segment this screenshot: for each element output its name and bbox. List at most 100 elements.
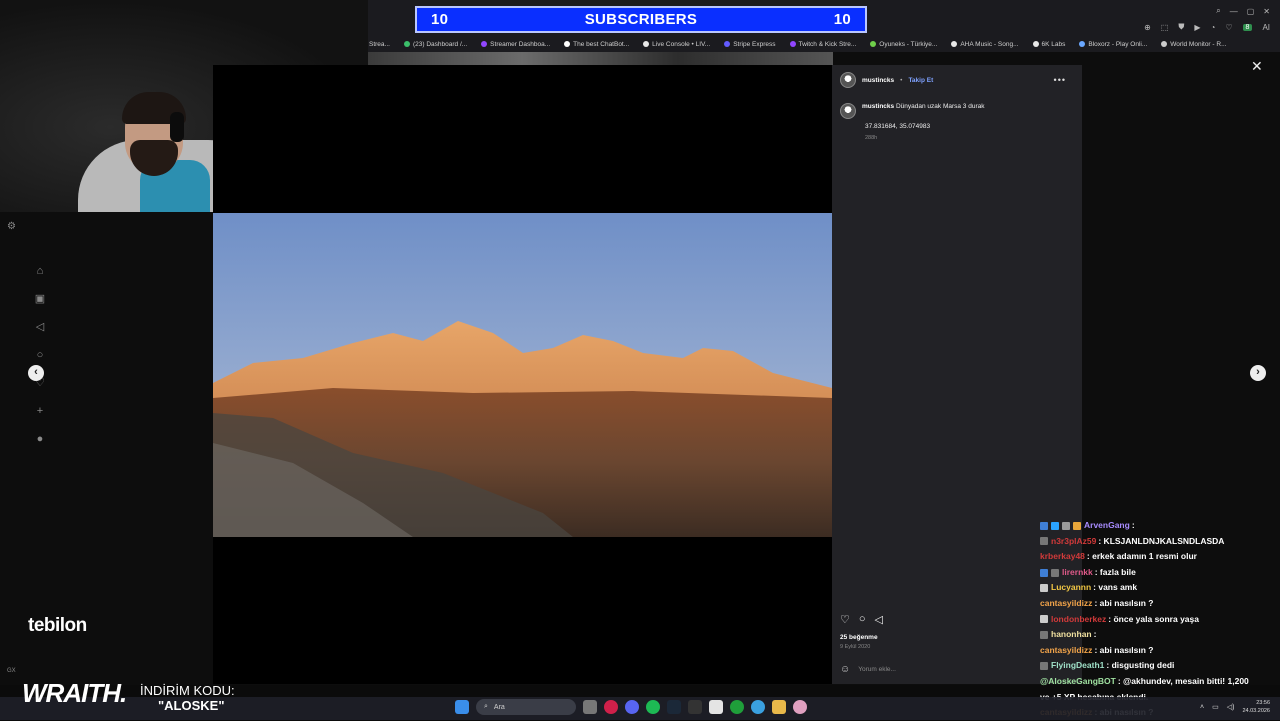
- chat-username[interactable]: lirernkk: [1062, 565, 1093, 581]
- search-nav-icon[interactable]: ○: [34, 349, 46, 361]
- like-count[interactable]: 25 beğenme: [840, 634, 878, 641]
- chat-username[interactable]: ArvenGang: [1084, 518, 1130, 534]
- history-icon[interactable]: ◔: [1211, 23, 1216, 32]
- create-icon[interactable]: +: [34, 405, 46, 417]
- chat-badge-icon: [1051, 521, 1059, 530]
- bookmark-item[interactable]: Bloxorz - Play Onli...: [1079, 41, 1147, 48]
- chat-username[interactable]: cantasyildizz: [1040, 596, 1092, 612]
- edge-icon[interactable]: [751, 700, 765, 714]
- chat-message: londonberkez: önce yala sonra yaşa: [1040, 612, 1280, 628]
- play-icon[interactable]: ▶: [1194, 23, 1200, 32]
- send-icon[interactable]: ◁: [34, 321, 46, 333]
- task-view-icon[interactable]: [583, 700, 597, 714]
- chat-badge-icon: [1040, 568, 1048, 577]
- volume-icon[interactable]: ◁): [1227, 703, 1235, 711]
- xbox-icon[interactable]: [730, 700, 744, 714]
- bookmark-item[interactable]: World Monitor - R...: [1161, 40, 1227, 48]
- close-window-icon[interactable]: ✕: [1263, 7, 1270, 16]
- bookmark-item[interactable]: Streamer Dashboa...: [481, 41, 550, 48]
- chat-username[interactable]: Lucyannn: [1051, 580, 1091, 596]
- post-photo[interactable]: [213, 213, 832, 537]
- emoji-icon[interactable]: ☺: [840, 664, 850, 675]
- chat-username[interactable]: hanonhan: [1051, 627, 1092, 643]
- clock[interactable]: 23:56 24.03.2026: [1242, 699, 1270, 715]
- chat-username[interactable]: londonberkez: [1051, 612, 1106, 628]
- discord-icon[interactable]: [625, 700, 639, 714]
- comment-input[interactable]: Yorum ekle...: [858, 666, 896, 673]
- caption: mustincks Dünyadan uzak Marsa 3 durak: [840, 103, 1076, 119]
- shield-icon[interactable]: ⛊: [1178, 22, 1184, 32]
- taskbar-apps: ⌕ Ara: [455, 699, 807, 715]
- start-icon[interactable]: [455, 700, 469, 714]
- previous-post-button[interactable]: ‹: [28, 365, 44, 381]
- file-explorer-icon[interactable]: [772, 700, 786, 714]
- bookmark-item[interactable]: Twitch & Kick Stre...: [789, 41, 856, 48]
- chat-username[interactable]: FlyingDeath1: [1051, 658, 1104, 674]
- steam-icon[interactable]: [667, 700, 681, 714]
- comment-icon[interactable]: ○: [859, 613, 866, 626]
- sponsor-logo: tebilon: [28, 615, 87, 636]
- minimize-icon[interactable]: —: [1230, 7, 1238, 16]
- close-icon[interactable]: ✕: [1251, 58, 1263, 75]
- taskbar-search[interactable]: ⌕ Ara: [476, 699, 576, 715]
- subscriber-goal-banner: 10 SUBSCRIBERS 10: [415, 6, 867, 33]
- bookmark-label: Bloxorz - Play Onli...: [1088, 40, 1148, 48]
- bookmark-item[interactable]: Stripe Express: [724, 40, 776, 48]
- screenshot-icon[interactable]: ⬚: [1161, 23, 1169, 32]
- share-icon[interactable]: ◁: [875, 613, 883, 626]
- bookmark-label: The best ChatBot...: [573, 40, 630, 48]
- chat-username[interactable]: cantasyildizz: [1040, 643, 1092, 659]
- app-icon[interactable]: [793, 700, 807, 714]
- bookmark-item[interactable]: The best ChatBot...: [564, 41, 629, 48]
- profile-icon[interactable]: ●: [34, 433, 46, 445]
- like-icon[interactable]: ♡: [840, 613, 850, 626]
- chat-username[interactable]: n3r3plAz59: [1051, 534, 1096, 550]
- post-date: 9 Eylül 2020: [840, 644, 871, 650]
- epic-games-icon[interactable]: [688, 700, 702, 714]
- background-strip: [367, 52, 833, 65]
- settings-icon[interactable]: ⚙: [7, 221, 16, 232]
- bookmark-item[interactable]: Live Console • LIV...: [643, 41, 710, 48]
- bookmark-label: Oyuneks - Türkiye...: [879, 40, 938, 48]
- opera-gx-icon[interactable]: [604, 700, 618, 714]
- bookmark-item[interactable]: (23) Dashboard /...: [403, 41, 467, 48]
- bookmark-item[interactable]: AHA Music - Song...: [951, 40, 1019, 48]
- comment-box[interactable]: ☺ Yorum ekle...: [840, 664, 896, 675]
- search-icon[interactable]: ⌕: [1216, 6, 1220, 16]
- bookmark-label: Live Console • LIV...: [652, 40, 711, 48]
- more-options-icon[interactable]: •••: [1054, 75, 1066, 85]
- bookmark-favicon-icon: [1161, 41, 1168, 47]
- avatar[interactable]: [840, 72, 856, 88]
- next-post-button[interactable]: ›: [1250, 365, 1266, 381]
- spotify-icon[interactable]: [646, 700, 660, 714]
- pin-icon[interactable]: ⊕: [1144, 23, 1151, 32]
- chevron-up-icon[interactable]: ˄: [1200, 704, 1204, 711]
- chat-badge-icon: [1040, 662, 1048, 671]
- bookmark-label: World Monitor - R...: [1170, 40, 1227, 48]
- caption-coordinates: 37.831684, 35.074983: [865, 123, 931, 130]
- home-icon[interactable]: ⌂: [34, 265, 46, 277]
- chat-username[interactable]: @AloskeGangBOT: [1040, 674, 1116, 690]
- bookmark-favicon-icon: [724, 41, 731, 47]
- heart-icon[interactable]: ♡: [1225, 23, 1232, 32]
- chat-badge-icon: [1040, 630, 1048, 639]
- bookmark-label: AHA Music - Song...: [960, 40, 1019, 48]
- chat-text: : abi nasılsın ?: [1094, 597, 1154, 608]
- bookmark-item[interactable]: Oyuneks - Türkiye...: [870, 41, 937, 48]
- reels-icon[interactable]: ▣: [34, 293, 46, 305]
- capcut-icon[interactable]: [709, 700, 723, 714]
- caption-avatar[interactable]: [840, 103, 856, 119]
- bookmark-label: Stripe Express: [733, 40, 776, 48]
- extensions-badge[interactable]: 8: [1242, 23, 1253, 31]
- follow-button[interactable]: Takip Et: [908, 77, 933, 84]
- network-icon[interactable]: ▭: [1212, 703, 1219, 711]
- ai-button[interactable]: AI: [1262, 23, 1270, 32]
- chat-text: : disgusting dedi: [1106, 660, 1175, 671]
- search-icon: ⌕: [484, 703, 488, 710]
- caption-username[interactable]: mustincks: [862, 103, 894, 110]
- post-media-padding-top: [213, 65, 832, 213]
- maximize-icon[interactable]: ▢: [1247, 7, 1255, 16]
- post-username[interactable]: mustincks: [862, 77, 894, 84]
- bookmark-item[interactable]: 6K Labs: [1032, 41, 1065, 48]
- chat-username[interactable]: krberkay48: [1040, 549, 1085, 565]
